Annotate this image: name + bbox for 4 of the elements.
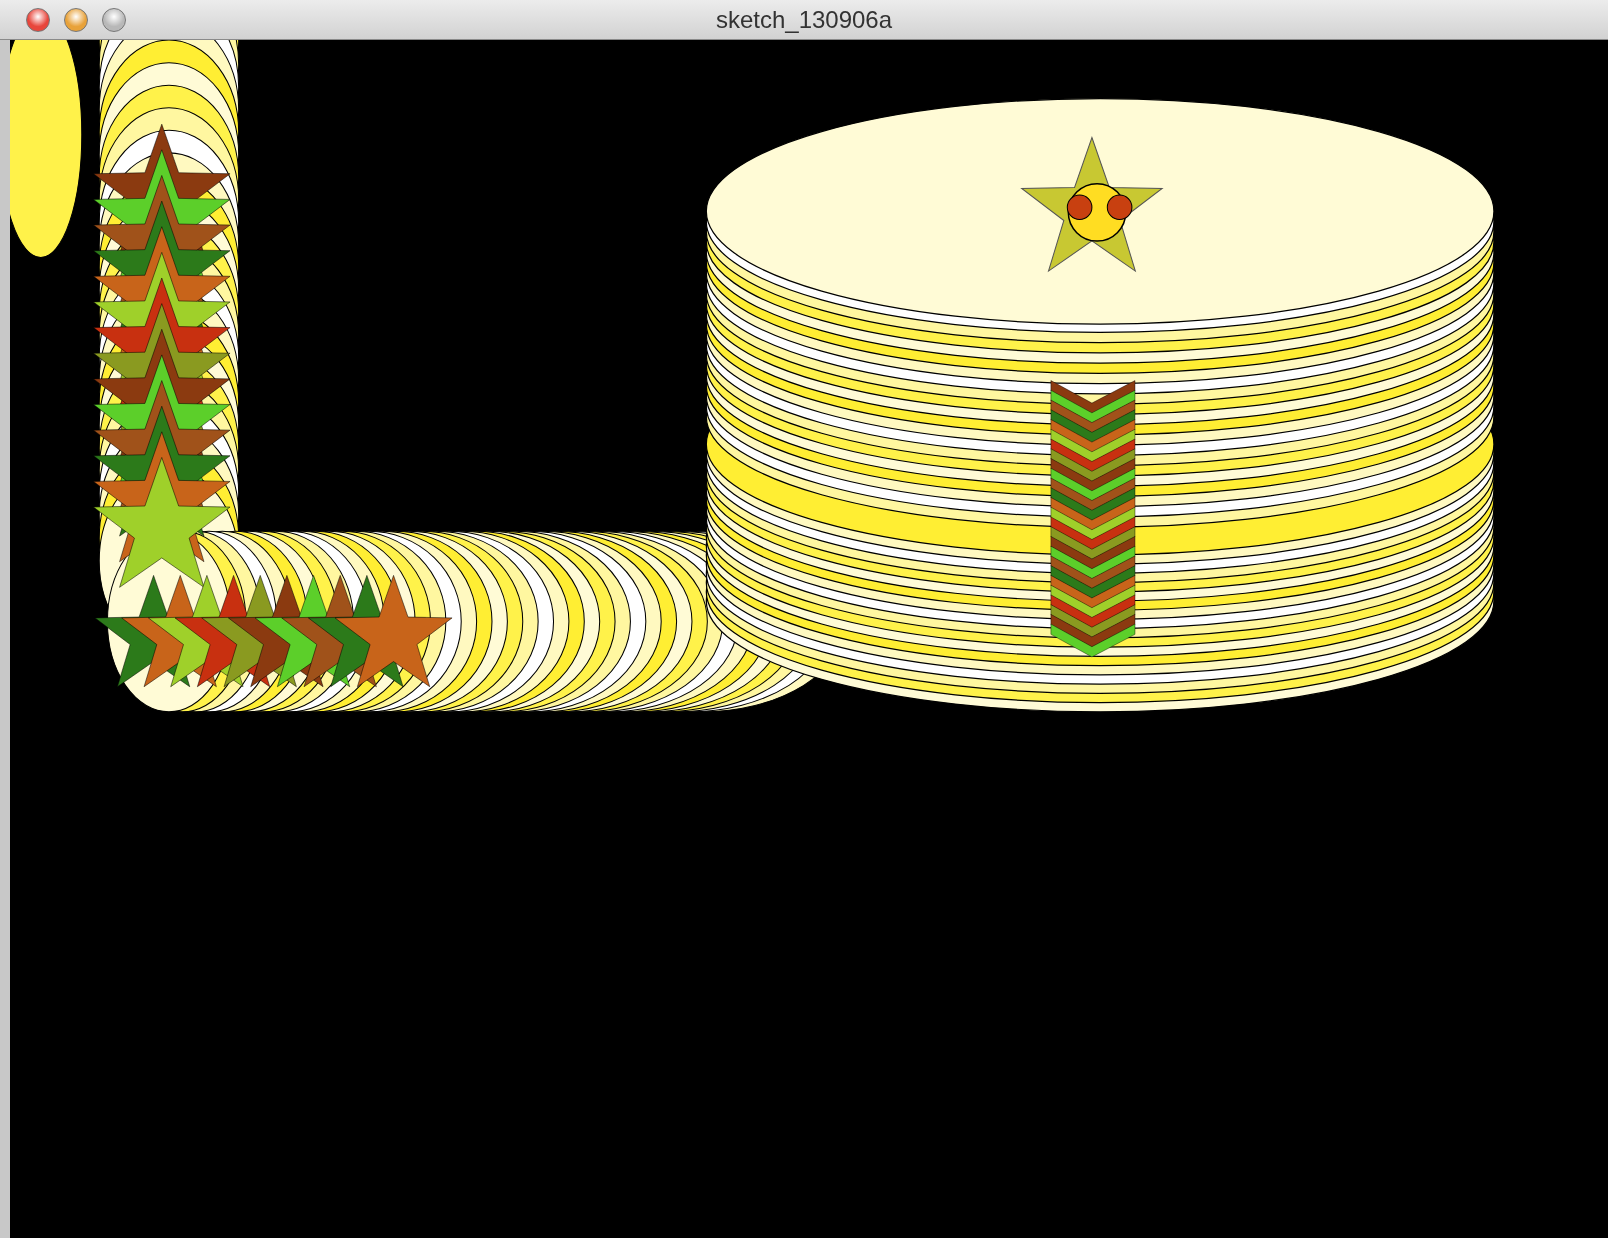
minimize-button[interactable] bbox=[64, 7, 88, 32]
close-button[interactable] bbox=[26, 7, 50, 32]
window-title: sketch_130906a bbox=[715, 5, 893, 34]
zoom-button[interactable] bbox=[102, 7, 126, 32]
